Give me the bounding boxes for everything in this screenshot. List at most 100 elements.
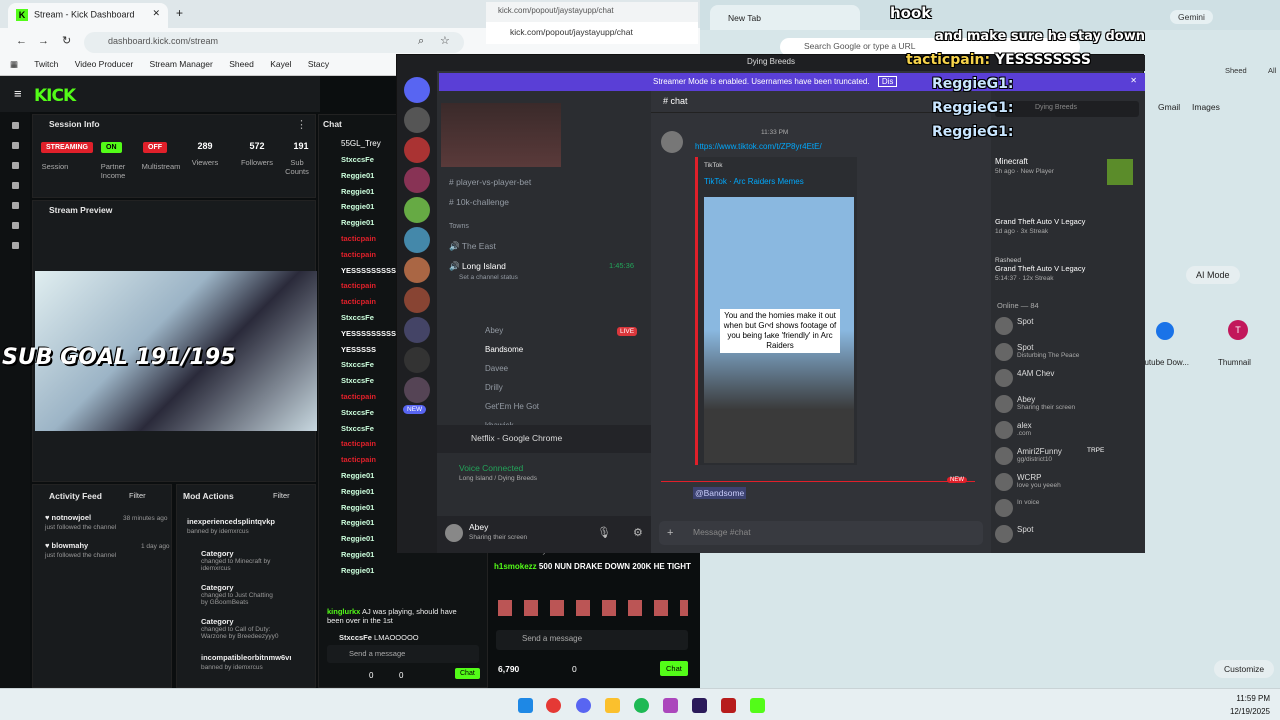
gear-icon[interactable]: ⚙ <box>633 526 643 539</box>
chat-username[interactable]: Reggie01 <box>341 518 374 527</box>
channel-item[interactable]: # player-vs-player-bet <box>449 177 531 187</box>
chat-username[interactable]: StxccsFe <box>341 424 374 433</box>
gemini-button[interactable]: Gemini <box>1170 10 1213 24</box>
user-mention[interactable]: @Bandsome <box>693 487 747 499</box>
avatar[interactable] <box>995 369 1013 387</box>
kick-logo[interactable]: KICK <box>34 86 76 106</box>
voice-user[interactable]: Abey <box>485 326 503 335</box>
clock[interactable]: 11:59 PM 12/19/2025 <box>1230 692 1270 718</box>
tab-kick-dashboard[interactable]: K Stream - Kick Dashboard ✕ <box>8 3 168 28</box>
bookmark-sheed[interactable]: Sheed <box>1225 66 1247 75</box>
chat-username[interactable]: Reggie01 <box>341 471 374 480</box>
chat-input[interactable]: Send a message <box>327 645 479 663</box>
voice-user[interactable]: Drilly <box>485 383 503 392</box>
discord-home-icon[interactable] <box>404 77 430 103</box>
game-activity[interactable]: Grand Theft Auto V Legacy 1d ago · 3x Str… <box>995 217 1085 235</box>
star-icon[interactable]: ☆ <box>440 34 450 47</box>
server-icon[interactable] <box>404 377 430 403</box>
voice-channel-active[interactable]: 🔊 Long Island <box>449 261 506 272</box>
windows-start-icon[interactable] <box>518 698 533 713</box>
voice-location[interactable]: Long Island / Dying Breeds <box>459 475 537 482</box>
message-link[interactable]: https://www.tiktok.com/t/ZP8yr4EtE/ <box>695 142 822 151</box>
chat-username[interactable]: Reggie01 <box>341 550 374 559</box>
chat-username[interactable]: tacticpain <box>341 392 376 401</box>
avatar[interactable] <box>995 473 1013 491</box>
chat-username[interactable]: Reggie01 <box>341 218 374 227</box>
server-icon[interactable] <box>404 167 430 193</box>
discord-icon[interactable] <box>576 698 591 713</box>
member-item[interactable]: WCRP love you yeeeh <box>1017 473 1061 489</box>
shortcut-label[interactable]: Thumnail <box>1218 358 1251 367</box>
apps-icon[interactable]: ▦ <box>10 59 18 69</box>
member-item[interactable]: Amiri2Funny gg/district10 TRPE <box>1017 447 1104 463</box>
chat-username[interactable]: Reggie01 <box>341 171 374 180</box>
server-icon[interactable] <box>404 107 430 133</box>
voice-user[interactable]: Davee <box>485 364 508 373</box>
chat-username[interactable]: tacticpain <box>341 281 376 290</box>
member-item[interactable]: Spot Disturbing The Peace <box>1017 343 1079 359</box>
chat-username[interactable]: tacticpain <box>341 234 376 243</box>
chat-username[interactable]: Reggie01 <box>341 487 374 496</box>
ai-mode-button[interactable]: AI Mode <box>1186 266 1240 284</box>
activity-bar[interactable]: Netflix - Google Chrome <box>437 425 651 453</box>
member-item[interactable]: Spot <box>1017 525 1033 534</box>
message-input[interactable]: Message #chat <box>659 521 983 545</box>
new-tab-icon[interactable]: + <box>176 6 183 20</box>
chat-username[interactable]: StxccsFe <box>341 360 374 369</box>
close-icon[interactable]: ✕ <box>1130 76 1137 85</box>
activity-filter[interactable]: Filter <box>129 491 146 500</box>
chat-username[interactable]: tacticpain <box>341 439 376 448</box>
rail-icon[interactable] <box>12 182 19 189</box>
chat-username[interactable]: YESSSSS <box>341 345 376 354</box>
chat-username[interactable]: Reggie01 <box>341 202 374 211</box>
chat-username[interactable]: Reggie01 <box>341 187 374 196</box>
app-icon[interactable] <box>663 698 678 713</box>
stream-thumbnail[interactable] <box>441 103 561 167</box>
avatar[interactable] <box>995 317 1013 335</box>
chat-username[interactable]: StxccsFe <box>341 313 374 322</box>
bookmark-item[interactable]: Stacy <box>308 59 329 69</box>
tab-new-tab[interactable]: New Tab <box>710 5 860 30</box>
member-item[interactable]: In voice <box>1017 499 1039 506</box>
chat-username[interactable]: YESSSSSSSSSS <box>341 329 401 338</box>
shortcut-icon[interactable] <box>1156 322 1174 340</box>
popout-chat-input[interactable]: Send a message <box>496 630 688 650</box>
avatar[interactable] <box>995 447 1013 465</box>
bookmark-item[interactable]: Twitch <box>34 59 58 69</box>
rail-icon[interactable] <box>12 242 19 249</box>
member-item[interactable]: alex .com <box>1017 421 1032 437</box>
bookmark-item[interactable]: Stream Manager <box>150 59 213 69</box>
emote-row[interactable] <box>498 600 688 616</box>
more-icon[interactable]: ⋮ <box>296 118 307 131</box>
server-icon[interactable] <box>404 347 430 373</box>
avatar[interactable] <box>661 131 683 153</box>
gmail-link[interactable]: Gmail <box>1158 102 1180 112</box>
server-icon[interactable] <box>404 197 430 223</box>
chat-username[interactable]: YESSSSSSSSSS <box>341 266 401 275</box>
customize-button[interactable]: Customize <box>1214 660 1275 678</box>
partner-income-toggle[interactable]: ON <box>101 142 122 153</box>
chat-username[interactable]: StxccsFe <box>341 408 374 417</box>
rail-icon[interactable] <box>12 222 19 229</box>
chat-username[interactable]: Reggie01 <box>341 503 374 512</box>
chat-username[interactable]: tacticpain <box>341 297 376 306</box>
game-activity[interactable]: Rasheed Grand Theft Auto V Legacy 5:14:37 … <box>995 255 1085 282</box>
chat-username[interactable]: Reggie01 <box>341 566 374 575</box>
multistream-toggle[interactable]: OFF <box>143 142 167 153</box>
chat-username[interactable]: tacticpain <box>341 455 376 464</box>
chat-username[interactable]: Reggie01 <box>341 534 374 543</box>
kick-app-icon[interactable] <box>750 698 765 713</box>
search-icon[interactable]: ⌕ <box>418 35 424 48</box>
all-bookmarks[interactable]: All <box>1268 66 1276 75</box>
channel-status[interactable]: Set a channel status <box>459 274 518 281</box>
rail-icon[interactable] <box>12 142 19 149</box>
server-search[interactable]: Dying Breeds <box>995 101 1139 117</box>
voice-user[interactable]: Get'Em He Got <box>485 402 539 411</box>
url-field[interactable]: dashboard.kick.com/stream <box>84 32 464 53</box>
game-activity[interactable]: Minecraft 5h ago · New Player <box>995 157 1054 175</box>
channel-item[interactable]: # 10k-challenge <box>449 197 509 207</box>
chrome-icon[interactable] <box>546 698 561 713</box>
avatar[interactable] <box>995 395 1013 413</box>
rail-icon[interactable] <box>12 122 19 129</box>
bookmark-item[interactable]: Sheed <box>229 59 254 69</box>
